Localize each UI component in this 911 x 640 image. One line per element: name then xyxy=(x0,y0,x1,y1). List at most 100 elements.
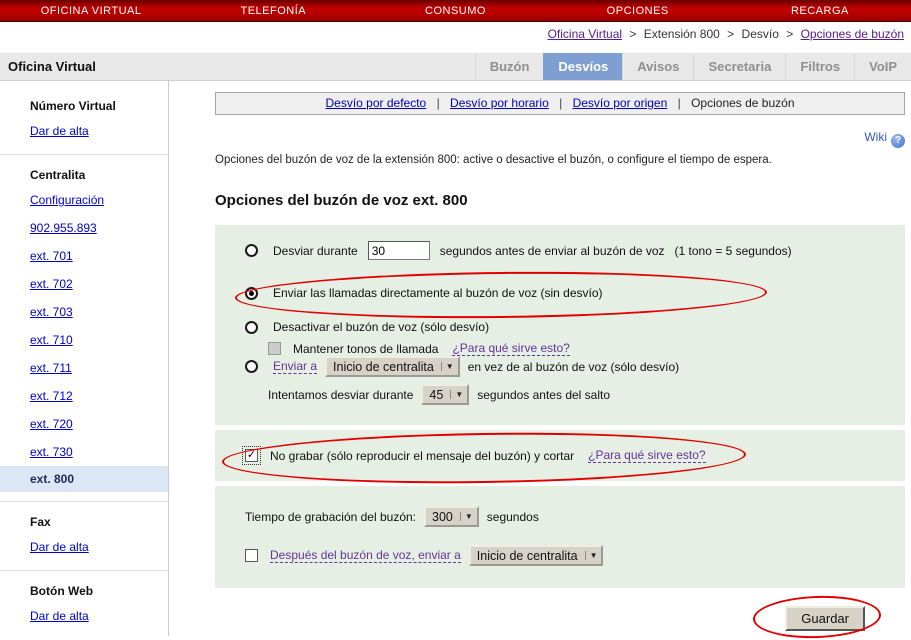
tab-filtros[interactable]: Filtros xyxy=(785,53,854,80)
breadcrumb-extension: Extensión 800 xyxy=(644,27,720,41)
footer-row: Guardar xyxy=(215,606,905,631)
send-to-destination-select[interactable]: Inicio de centralita xyxy=(325,356,460,377)
sidebar-link-ext-701[interactable]: ext. 701 xyxy=(30,249,73,263)
radio-send-to[interactable] xyxy=(245,360,258,373)
option-direct-label: Enviar las llamadas directamente al buzó… xyxy=(273,286,603,300)
option-forward-seconds: Desviar durante segundos antes de enviar… xyxy=(245,241,895,260)
keep-ringtone-checkbox[interactable] xyxy=(268,342,281,355)
page-title: Opciones del buzón de voz ext. 800 xyxy=(215,192,905,209)
breadcrumb-separator: > xyxy=(727,27,734,41)
keep-ringtone-help-link[interactable]: ¿Para qué sirve esto? xyxy=(452,341,569,356)
breadcrumb-current-link[interactable]: Opciones de buzón xyxy=(801,27,904,41)
option-forward-post-label: segundos antes de enviar al buzón de voz xyxy=(440,244,665,258)
main-content: Desvío por defecto | Desvío por horario … xyxy=(169,81,911,636)
tab-secretaria[interactable]: Secretaria xyxy=(693,53,785,80)
recording-time-select[interactable]: 300 xyxy=(424,506,479,527)
chevron-down-icon xyxy=(441,362,458,371)
sidebar-heading-numero-virtual: Número Virtual xyxy=(0,95,168,117)
sidebar-link-configuracion[interactable]: Configuración xyxy=(30,193,104,207)
subnav-separator: | xyxy=(437,96,440,110)
sidebar-link-ext-712[interactable]: ext. 712 xyxy=(30,389,73,403)
send-to-seconds-value: 45 xyxy=(423,388,450,402)
tab-voip[interactable]: VoIP xyxy=(854,53,911,80)
send-to-seconds-pre-label: Intentamos desviar durante xyxy=(268,388,413,402)
subnav-bar: Desvío por defecto | Desvío por horario … xyxy=(215,92,905,115)
option-direct-to-voicemail: Enviar las llamadas directamente al buzó… xyxy=(245,286,895,300)
no-record-section: No grabar (sólo reproducir el mensaje de… xyxy=(215,430,905,481)
tab-strip: Buzón Desvíos Avisos Secretaria Filtros … xyxy=(475,53,911,80)
sidebar-link-ext-703[interactable]: ext. 703 xyxy=(30,305,73,319)
sidebar-link-ext-702[interactable]: ext. 702 xyxy=(30,277,73,291)
sidebar-divider xyxy=(0,570,168,571)
after-voicemail-destination-select[interactable]: Inicio de centralita xyxy=(469,545,604,566)
breadcrumb-separator: > xyxy=(786,27,793,41)
topnav-recarga[interactable]: RECARGA xyxy=(729,5,911,17)
breadcrumb-home-link[interactable]: Oficina Virtual xyxy=(548,27,622,41)
sidebar-heading-centralita: Centralita xyxy=(0,164,168,186)
page-description: Opciones del buzón de voz de la extensió… xyxy=(215,154,905,166)
forward-seconds-input[interactable] xyxy=(368,241,430,260)
sidebar-divider xyxy=(0,501,168,502)
no-record-help-link[interactable]: ¿Para qué sirve esto? xyxy=(588,448,705,463)
option-disable-label: Desactivar el buzón de voz (sólo desvío) xyxy=(273,320,489,334)
save-button[interactable]: Guardar xyxy=(785,606,865,631)
sidebar-link-dar-de-alta-fax[interactable]: Dar de alta xyxy=(30,540,89,554)
after-voicemail-checkbox[interactable] xyxy=(245,549,258,562)
send-to-seconds-select[interactable]: 45 xyxy=(421,384,469,405)
voicemail-mode-section: Desviar durante segundos antes de enviar… xyxy=(215,225,905,425)
no-record-checkbox[interactable] xyxy=(245,449,258,462)
keep-ringtone-label: Mantener tonos de llamada xyxy=(293,342,438,356)
tab-buzon[interactable]: Buzón xyxy=(475,53,544,80)
sidebar-link-ext-720[interactable]: ext. 720 xyxy=(30,417,73,431)
send-to-destination-value: Inicio de centralita xyxy=(327,360,441,374)
radio-disable-voicemail[interactable] xyxy=(245,321,258,334)
send-to-seconds-post-label: segundos antes del salto xyxy=(477,388,610,402)
after-voicemail-link[interactable]: Después del buzón de voz, enviar a xyxy=(270,548,461,563)
chevron-down-icon xyxy=(450,390,467,399)
chevron-down-icon xyxy=(585,551,602,560)
sidebar-divider xyxy=(0,154,168,155)
recording-time-pre-label: Tiempo de grabación del buzón: xyxy=(245,510,416,524)
send-to-seconds-subrow: Intentamos desviar durante 45 segundos a… xyxy=(268,384,895,405)
sidebar-heading-fax: Fax xyxy=(0,511,168,533)
subnav-separator: | xyxy=(678,96,681,110)
send-to-link[interactable]: Enviar a xyxy=(273,359,317,374)
topnav-telefonia[interactable]: TELEFONÍA xyxy=(182,5,364,17)
app-title: Oficina Virtual xyxy=(0,53,475,80)
topnav-oficina-virtual[interactable]: OFICINA VIRTUAL xyxy=(0,5,182,17)
recording-time-value: 300 xyxy=(426,510,460,524)
topnav-opciones[interactable]: OPCIONES xyxy=(547,5,729,17)
recording-time-row: Tiempo de grabación del buzón: 300 segun… xyxy=(245,506,895,527)
sidebar: Número Virtual Dar de alta Centralita Co… xyxy=(0,81,169,636)
wiki-link[interactable]: Wiki xyxy=(864,130,887,144)
sidebar-item-ext-800-selected[interactable]: ext. 800 xyxy=(0,466,168,492)
subnav-desvio-por-horario[interactable]: Desvío por horario xyxy=(450,96,549,110)
keep-ringtone-subrow: Mantener tonos de llamada ¿Para qué sirv… xyxy=(268,341,895,356)
tab-avisos[interactable]: Avisos xyxy=(622,53,693,80)
chevron-down-icon xyxy=(460,512,477,521)
option-forward-note: (1 tono = 5 segundos) xyxy=(675,244,792,258)
wiki-row: Wiki? xyxy=(215,130,905,148)
tab-desvios[interactable]: Desvíos xyxy=(543,53,622,80)
sidebar-link-ext-710[interactable]: ext. 710 xyxy=(30,333,73,347)
subnav-desvio-por-defecto[interactable]: Desvío por defecto xyxy=(325,96,426,110)
option-forward-pre-label: Desviar durante xyxy=(273,244,358,258)
breadcrumb: Oficina Virtual > Extensión 800 > Desvío… xyxy=(0,22,911,46)
sidebar-link-ext-711[interactable]: ext. 711 xyxy=(30,361,72,375)
header-bar: Oficina Virtual Buzón Desvíos Avisos Sec… xyxy=(0,53,911,81)
option-disable-voicemail: Desactivar el buzón de voz (sólo desvío) xyxy=(245,320,895,334)
send-to-post-label: en vez de al buzón de voz (sólo desvío) xyxy=(468,360,679,374)
breadcrumb-separator: > xyxy=(629,27,636,41)
radio-direct-to-voicemail-selected[interactable] xyxy=(245,287,258,300)
sidebar-link-number[interactable]: 902.955.893 xyxy=(30,221,97,235)
topnav-consumo[interactable]: CONSUMO xyxy=(364,5,546,17)
sidebar-link-dar-de-alta-numero[interactable]: Dar de alta xyxy=(30,124,89,138)
radio-forward-seconds[interactable] xyxy=(245,244,258,257)
no-record-row: No grabar (sólo reproducir el mensaje de… xyxy=(245,448,895,463)
sidebar-link-dar-de-alta-boton[interactable]: Dar de alta xyxy=(30,609,89,623)
voicemail-options-panel: Desviar durante segundos antes de enviar… xyxy=(215,225,905,588)
subnav-desvio-por-origen[interactable]: Desvío por origen xyxy=(573,96,668,110)
no-record-label: No grabar (sólo reproducir el mensaje de… xyxy=(270,449,574,463)
sidebar-link-ext-730[interactable]: ext. 730 xyxy=(30,445,73,459)
help-icon[interactable]: ? xyxy=(891,134,905,148)
